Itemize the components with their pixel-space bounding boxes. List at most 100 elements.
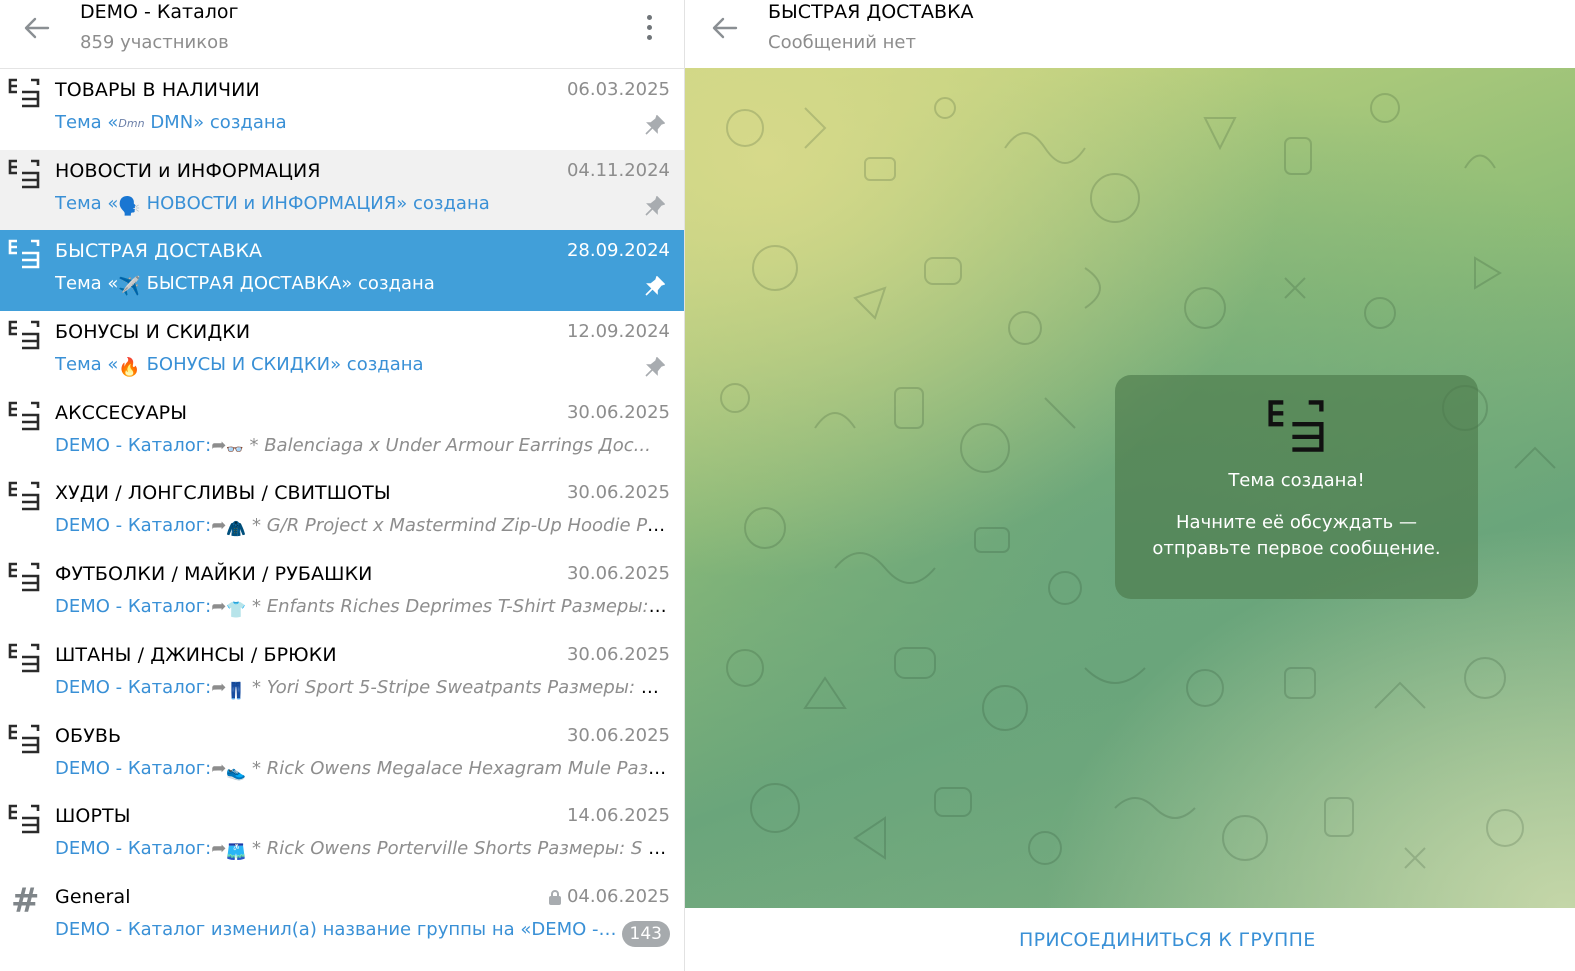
topic-preview: DEMO - Каталог:➦👖 * Yori Sport 5-Stripe …: [55, 677, 670, 700]
hoodie-icon: 🧥: [226, 519, 247, 539]
preview-prefix: Тема «: [55, 192, 119, 214]
preview-prefix: Тема «: [55, 273, 119, 295]
chat-background: Тема создана! Начните её обсуждать — отп…: [685, 68, 1575, 908]
topic-item-tovary[interactable]: ТОВАРЫ В НАЛИЧИИ 06.03.2025 Тема «Dmn DM…: [0, 69, 684, 150]
topic-preview: DEMO - Каталог:➦🧥 * G/R Project x Master…: [55, 515, 670, 538]
topic-item-novosti[interactable]: НОВОСТИ и ИНФОРМАЦИЯ 04.11.2024 Тема «🗣️…: [0, 149, 684, 231]
group-header: DEMO - Каталог 859 участников: [0, 0, 684, 69]
topic-preview: DEMO - Каталог изменил(а) название групп…: [55, 918, 620, 940]
topic-title: ШОРТЫ: [55, 805, 131, 828]
topic-title: ОБУВЬ: [55, 724, 122, 747]
hash-icon: #: [11, 880, 40, 921]
member-count: 859 участников: [80, 32, 229, 53]
topic-item-futbolki[interactable]: ФУТБОЛКИ / МАЙКИ / РУБАШКИ 30.06.2025 DE…: [0, 553, 684, 634]
topic-date: 04.06.2025: [566, 885, 670, 907]
preview-text: * Balenciaga x Under Armour Earrings Дос…: [243, 434, 651, 456]
arrow-left-icon: [712, 17, 738, 39]
topic-item-general[interactable]: # General 04.06.2025 DEMO - Каталог изме…: [0, 876, 684, 957]
topic-bracket-icon: [8, 804, 40, 834]
topic-date: 28.09.2024: [566, 240, 670, 262]
chat-title[interactable]: БЫСТРАЯ ДОСТАВКА: [768, 1, 974, 23]
pin-icon: [645, 276, 665, 296]
more-vertical-icon-dot: [646, 34, 652, 40]
topic-date: 30.06.2025: [566, 724, 670, 746]
topic-item-bonusy[interactable]: БОНУСЫ И СКИДКИ 12.09.2024 Тема «🔥 БОНУС…: [0, 311, 684, 392]
topic-title: БОНУСЫ И СКИДКИ: [55, 321, 251, 344]
topic-title: НОВОСТИ и ИНФОРМАЦИЯ: [55, 159, 321, 182]
topic-item-shtany[interactable]: ШТАНЫ / ДЖИНСЫ / БРЮКИ 30.06.2025 DEMO -…: [0, 634, 684, 715]
chat-status: Сообщений нет: [768, 32, 916, 53]
topic-date: 30.06.2025: [566, 401, 670, 423]
airplane-icon: ✈️: [118, 276, 141, 298]
topic-title: ТОВАРЫ В НАЛИЧИИ: [55, 79, 260, 101]
chat-header: БЫСТРАЯ ДОСТАВКА Сообщений нет: [685, 0, 1575, 68]
preview-sender: DEMO - Каталог:: [55, 757, 212, 779]
topic-date: 06.03.2025: [566, 79, 670, 100]
topic-title: АКССЕСУАРЫ: [55, 401, 188, 424]
lock-icon: [549, 889, 561, 905]
topic-bracket-icon: [8, 643, 40, 673]
forward-arrow-icon: ➦: [211, 596, 227, 618]
topic-preview: DEMO - Каталог:➦👓 * Balenciaga x Under A…: [55, 435, 670, 458]
topic-item-obuv[interactable]: ОБУВЬ 30.06.2025 DEMO - Каталог:➦👟 * Ric…: [0, 715, 684, 796]
topic-title: БЫСТРАЯ ДОСТАВКА: [55, 240, 263, 263]
preview-suffix: БЫСТРАЯ ДОСТАВКА» создана: [140, 273, 435, 295]
topic-created-card: Тема создана! Начните её обсуждать — отп…: [1115, 375, 1478, 599]
more-menu-button[interactable]: [636, 10, 662, 44]
topics-panel: DEMO - Каталог 859 участников ТОВАРЫ В Н…: [0, 0, 685, 971]
join-group-button[interactable]: ПРИСОЕДИНИТЬСЯ К ГРУППЕ: [1019, 929, 1316, 951]
topic-created-title: Тема создана!: [1228, 470, 1365, 491]
preview-text: * G/R Project x Mastermind Zip-Up Hoodie…: [246, 515, 670, 537]
topic-item-hudi[interactable]: ХУДИ / ЛОНГСЛИВЫ / СВИТШОТЫ 30.06.2025 D…: [0, 472, 684, 553]
topic-date: 30.06.2025: [566, 563, 670, 585]
topic-date: 12.09.2024: [566, 321, 670, 343]
topic-item-bystraya-dostavka[interactable]: БЫСТРАЯ ДОСТАВКА 28.09.2024 Тема «✈️ БЫС…: [0, 230, 684, 312]
shoe-icon: 👟: [226, 761, 247, 781]
pin-icon: [645, 195, 665, 216]
pants-icon: 👖: [226, 680, 247, 700]
pin-icon: [645, 115, 665, 135]
topic-bracket-icon: [1268, 400, 1324, 452]
forward-arrow-icon: ➦: [211, 676, 227, 698]
topic-date: 30.06.2025: [566, 482, 670, 504]
glasses-icon: 👓: [226, 441, 244, 458]
topic-bracket-icon: [8, 401, 40, 431]
topic-bracket-icon: [8, 240, 40, 269]
topic-bracket-icon: [8, 562, 40, 592]
preview-prefix: Тема «: [55, 112, 119, 133]
tshirt-icon: 👕: [226, 600, 247, 620]
preview-suffix: БОНУСЫ И СКИДКИ» создана: [140, 354, 424, 376]
preview-sender: DEMO - Каталог:: [55, 515, 212, 537]
topic-bracket-icon: [8, 482, 40, 511]
dmn-logo-icon: Dmn: [118, 117, 145, 130]
topic-preview: Тема «Dmn DMN» создана: [55, 112, 670, 133]
preview-text: * Rick Owens Megalace Hexagram Mule Разм…: [246, 757, 670, 779]
group-title[interactable]: DEMO - Каталог: [80, 1, 239, 23]
topic-bracket-icon: [8, 320, 40, 350]
topic-preview: DEMO - Каталог:➦👟 * Rick Owens Megalace …: [55, 758, 670, 781]
topic-preview: Тема «🔥 БОНУСЫ И СКИДКИ» создана: [55, 354, 670, 378]
pin-icon: [645, 357, 665, 377]
back-button[interactable]: [19, 10, 55, 46]
preview-suffix: DMN» создана: [144, 112, 287, 133]
preview-suffix: НОВОСТИ и ИНФОРМАЦИЯ» создана: [140, 192, 490, 214]
speaking-head-icon: 🗣️: [118, 195, 141, 217]
topic-date: 14.06.2025: [566, 805, 670, 827]
preview-text: * Rick Owens Porterville Shorts Размеры:…: [246, 838, 670, 860]
preview-sender: DEMO - Каталог:: [55, 596, 212, 618]
preview-sender: DEMO - Каталог:: [55, 676, 212, 698]
topic-title: General: [55, 885, 131, 908]
topic-date: 30.06.2025: [566, 643, 670, 665]
composer-bar: ПРИСОЕДИНИТЬСЯ К ГРУППЕ: [685, 908, 1575, 971]
topic-bracket-icon: [8, 159, 40, 188]
topic-list: ТОВАРЫ В НАЛИЧИИ 06.03.2025 Тема «Dmn DM…: [0, 69, 684, 957]
preview-sender: DEMO - Каталог:: [55, 838, 212, 860]
topic-preview: DEMO - Каталог:➦👕 * Enfants Riches Depri…: [55, 596, 670, 619]
topic-title: ШТАНЫ / ДЖИНСЫ / БРЮКИ: [55, 643, 337, 666]
preview-text: * Yori Sport 5-Stripe Sweatpants Размеры…: [246, 676, 670, 698]
topic-item-shorty[interactable]: ШОРТЫ 14.06.2025 DEMO - Каталог:➦🩳 * Ric…: [0, 795, 684, 876]
topic-date: 04.11.2024: [566, 159, 670, 181]
topic-item-aksessuary[interactable]: АКССЕСУАРЫ 30.06.2025 DEMO - Каталог:➦👓 …: [0, 392, 684, 473]
chat-back-button[interactable]: [707, 10, 743, 46]
app-window: DEMO - Каталог 859 участников ТОВАРЫ В Н…: [0, 0, 1575, 971]
